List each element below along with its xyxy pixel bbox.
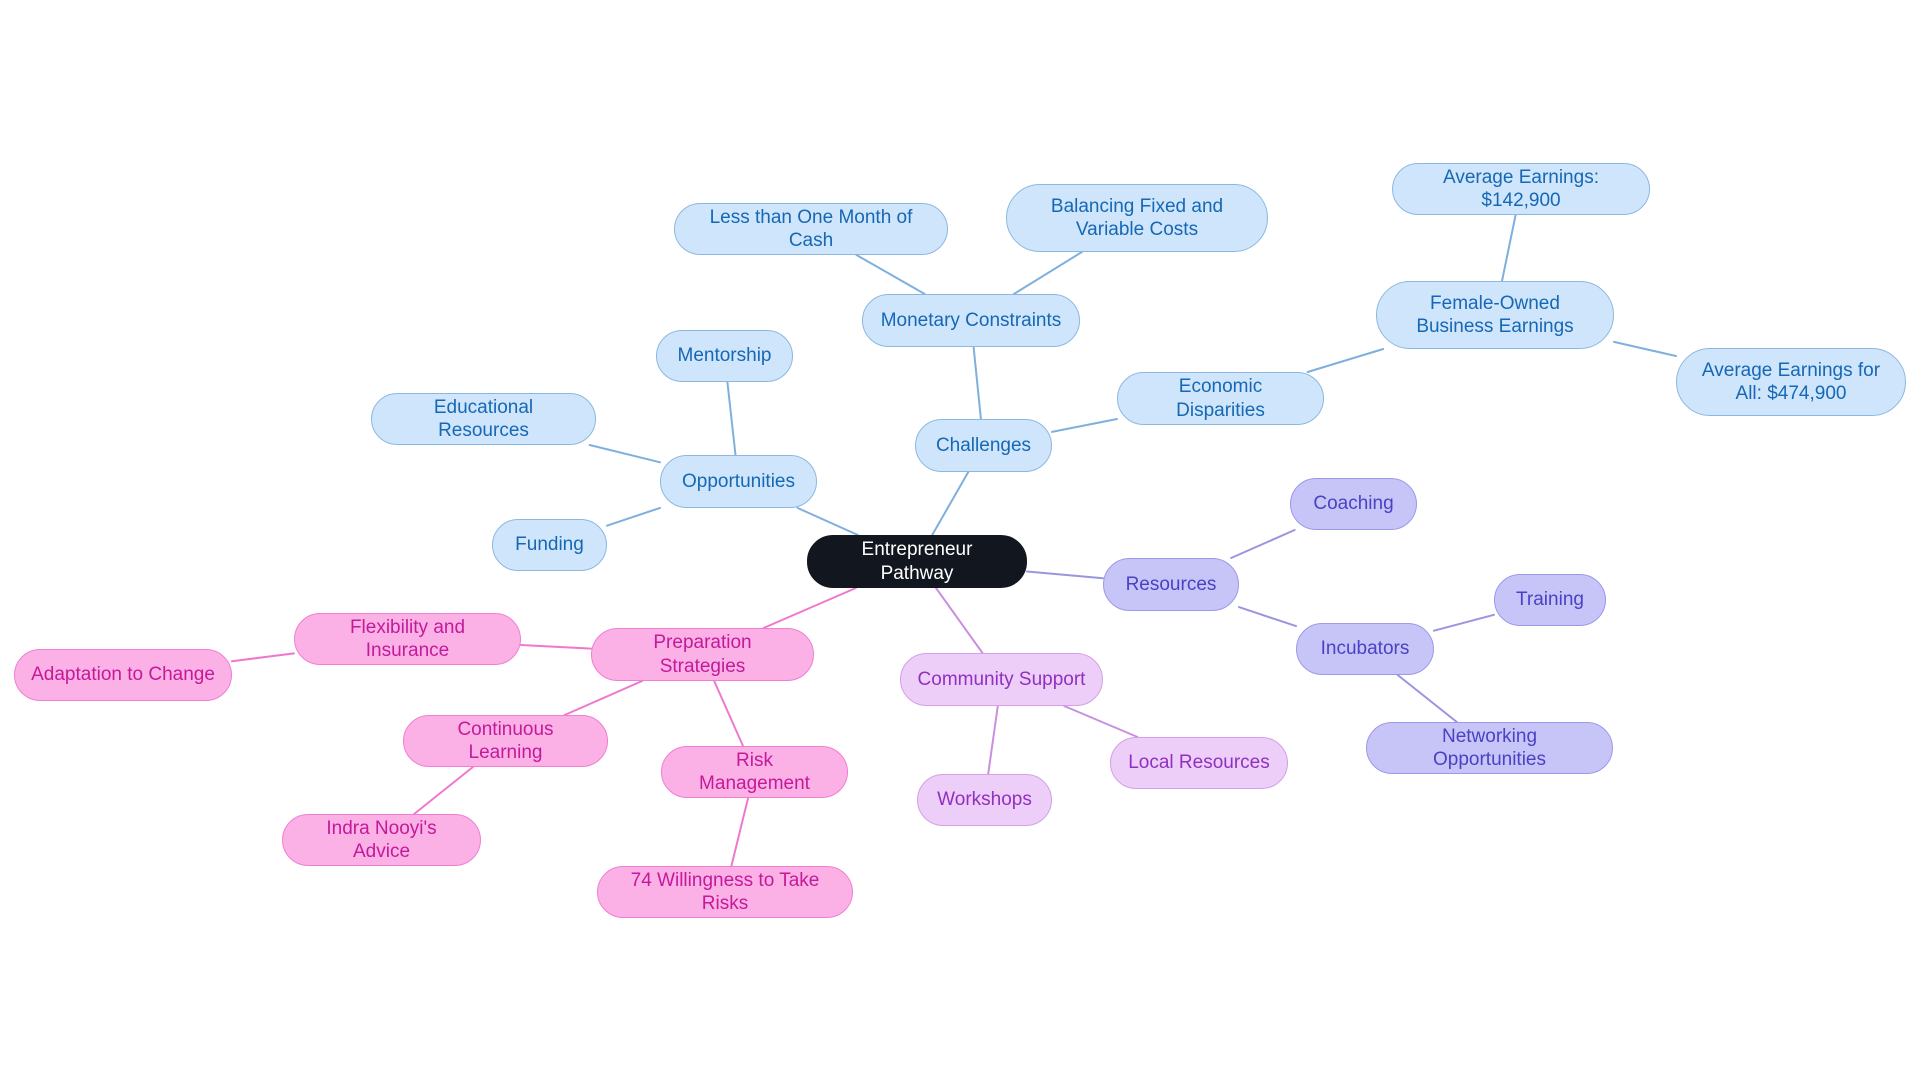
mindmap-node-incubators[interactable]: Incubators <box>1296 623 1434 675</box>
mindmap-node-mentorship[interactable]: Mentorship <box>656 330 793 382</box>
mindmap-edge-incubators-to-networking_opportunities <box>1396 674 1458 723</box>
mindmap-edge-preparation_strategies-to-flexibility_and_insurance <box>520 644 592 650</box>
mindmap-node-female-owned-business-earnings[interactable]: Female-Owned Business Earnings <box>1376 281 1614 349</box>
mindmap-edge-preparation_strategies-to-continuous_learning <box>563 680 644 716</box>
mindmap-node-flexibility-and-insurance[interactable]: Flexibility and Insurance <box>294 613 521 665</box>
mindmap-edge-root-to-community_support <box>935 587 984 654</box>
mindmap-edge-continuous_learning-to-indra_nooyis_advice <box>413 766 474 815</box>
mindmap-node-willingness-to-take-risks[interactable]: 74 Willingness to Take Risks <box>597 866 853 918</box>
mindmap-canvas: Entrepreneur Pathway Opportunities Mentors… <box>0 0 1920 1083</box>
mindmap-node-adaptation-to-change[interactable]: Adaptation to Change <box>14 649 232 701</box>
mindmap-node-funding[interactable]: Funding <box>492 519 607 571</box>
mindmap-node-local-resources[interactable]: Local Resources <box>1110 737 1288 789</box>
mindmap-edge-flexibility_and_insurance-to-adaptation_to_change <box>231 652 295 663</box>
mindmap-edge-economic_disparities-to-female_owned_business_earnings <box>1306 348 1385 373</box>
mindmap-node-average-earnings-for-all-474900[interactable]: Average Earnings for All: $474,900 <box>1676 348 1906 416</box>
mindmap-edge-root-to-resources <box>1026 570 1104 580</box>
mindmap-node-economic-disparities[interactable]: Economic Disparities <box>1117 372 1324 425</box>
mindmap-edge-root-to-challenges <box>931 471 970 536</box>
mindmap-node-monetary-constraints[interactable]: Monetary Constraints <box>862 294 1080 347</box>
mindmap-edge-opportunities-to-educational_resources <box>588 444 661 464</box>
mindmap-node-continuous-learning[interactable]: Continuous Learning <box>403 715 608 767</box>
mindmap-node-average-earnings-142900[interactable]: Average Earnings: $142,900 <box>1392 163 1650 215</box>
mindmap-edge-root-to-preparation_strategies <box>762 587 857 629</box>
mindmap-edge-opportunities-to-mentorship <box>726 381 737 456</box>
mindmap-root-node[interactable]: Entrepreneur Pathway <box>807 535 1027 588</box>
mindmap-edge-opportunities-to-funding <box>606 506 661 527</box>
mindmap-edge-female_owned_business_earnings-to-average_earnings_142900 <box>1501 214 1517 282</box>
mindmap-node-challenges[interactable]: Challenges <box>915 419 1052 472</box>
mindmap-node-preparation-strategies[interactable]: Preparation Strategies <box>591 628 814 681</box>
mindmap-node-opportunities[interactable]: Opportunities <box>660 455 817 508</box>
mindmap-node-risk-management[interactable]: Risk Management <box>661 746 848 798</box>
mindmap-node-balancing-fixed-and-variable-costs[interactable]: Balancing Fixed and Variable Costs <box>1006 184 1268 252</box>
mindmap-node-indra-nooyis-advice[interactable]: Indra Nooyi's Advice <box>282 814 481 866</box>
mindmap-node-workshops[interactable]: Workshops <box>917 774 1052 826</box>
mindmap-edge-preparation_strategies-to-risk_management <box>713 680 744 747</box>
mindmap-edge-root-to-opportunities <box>796 507 859 536</box>
mindmap-node-coaching[interactable]: Coaching <box>1290 478 1417 530</box>
mindmap-edge-community_support-to-workshops <box>987 705 999 775</box>
mindmap-edge-incubators-to-training <box>1433 613 1495 632</box>
mindmap-node-networking-opportunities[interactable]: Networking Opportunities <box>1366 722 1613 774</box>
mindmap-edge-risk_management-to-willingness_to_take_risks <box>730 797 750 867</box>
mindmap-edge-community_support-to-local_resources <box>1063 705 1139 738</box>
mindmap-edge-resources-to-coaching <box>1230 529 1296 559</box>
mindmap-node-community-support[interactable]: Community Support <box>900 653 1103 706</box>
mindmap-edge-challenges-to-monetary_constraints <box>972 346 982 420</box>
mindmap-node-resources[interactable]: Resources <box>1103 558 1239 611</box>
mindmap-edge-resources-to-incubators <box>1238 606 1297 628</box>
mindmap-edge-monetary_constraints-to-less_than_one_month_of_cash <box>855 254 926 295</box>
mindmap-edge-monetary_constraints-to-balancing_fixed_and_variable_costs <box>1012 251 1083 295</box>
mindmap-node-less-than-one-month-of-cash[interactable]: Less than One Month of Cash <box>674 203 948 255</box>
mindmap-node-training[interactable]: Training <box>1494 574 1606 626</box>
mindmap-edge-female_owned_business_earnings-to-average_earnings_for_all_474900 <box>1613 340 1677 357</box>
mindmap-edge-challenges-to-economic_disparities <box>1051 418 1118 433</box>
mindmap-node-educational-resources[interactable]: Educational Resources <box>371 393 596 445</box>
